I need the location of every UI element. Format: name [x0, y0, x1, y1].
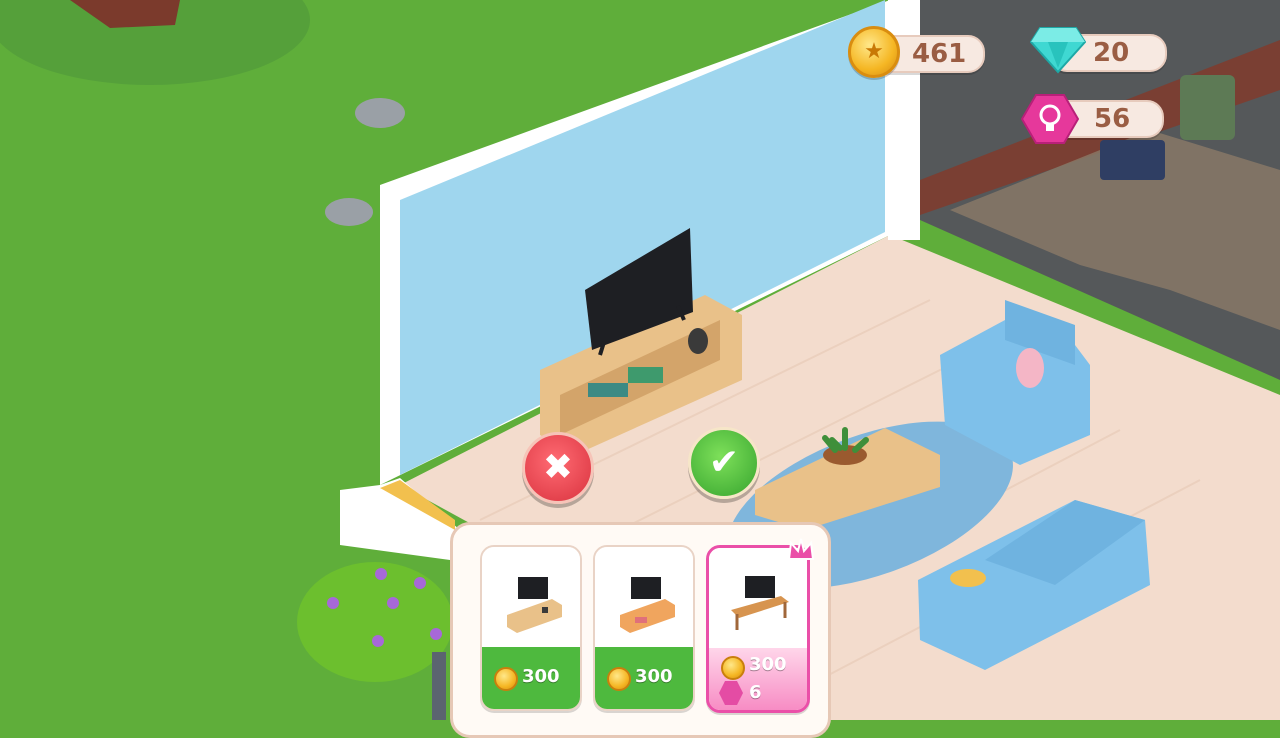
- check-icon: ✔: [708, 442, 740, 483]
- coin-icon: [494, 667, 518, 691]
- vase: [688, 328, 708, 354]
- tv-stand-natural-thumbnail: [507, 577, 562, 633]
- rock-1: [355, 98, 405, 128]
- coin-count: 461: [912, 39, 967, 69]
- confirm-placement-button[interactable]: ✔: [688, 427, 760, 499]
- shop-item-card[interactable]: 300: [480, 545, 582, 711]
- coin-icon: [721, 656, 745, 680]
- cushion: [950, 569, 986, 587]
- shop-item-card-selected[interactable]: 300 6: [706, 545, 810, 713]
- box: [1100, 140, 1165, 180]
- coin-price: 300: [522, 666, 560, 687]
- rock-2: [325, 198, 373, 226]
- coin-icon: [607, 667, 631, 691]
- books: [588, 383, 628, 397]
- cancel-placement-button[interactable]: ✖: [522, 432, 594, 504]
- x-icon: ✖: [542, 447, 574, 488]
- fence-post: [432, 652, 446, 720]
- coin-price: 300: [635, 666, 673, 687]
- diamond-icon: [1030, 27, 1086, 74]
- lightbulb-gem-icon: [1021, 94, 1079, 144]
- shop-item-card[interactable]: 300: [593, 545, 695, 711]
- lightbulb-gem-icon: [719, 681, 743, 705]
- paint-bucket: [1180, 75, 1235, 140]
- tv-stand-orange-thumbnail: [620, 577, 675, 633]
- coin-icon: [848, 26, 900, 78]
- gem-price: 6: [749, 682, 762, 703]
- diamond-count: 20: [1093, 38, 1130, 68]
- star-count: 56: [1094, 104, 1131, 134]
- bush: [297, 562, 453, 682]
- crown-icon: [787, 538, 815, 560]
- coin-price: 300: [749, 654, 787, 675]
- pillow: [1016, 348, 1044, 388]
